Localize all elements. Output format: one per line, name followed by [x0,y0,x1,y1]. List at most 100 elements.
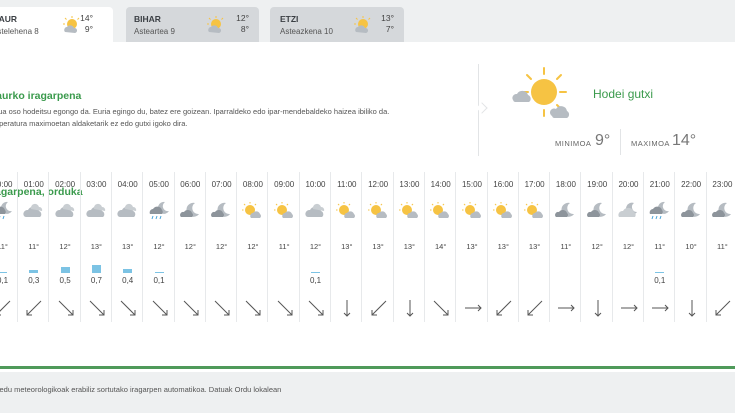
hour-column: 11:00 13° [331,172,363,322]
hour-column: 01:00 11° 0,3 [18,172,50,322]
wind-arrow-icon [463,298,483,318]
wind-arrow-icon [181,298,201,318]
hour-temp: 12° [153,242,165,251]
hour-column: 17:00 13° [519,172,551,322]
wind-arrow-icon [118,298,138,318]
hour-column: 19:00 12° [582,172,613,322]
tab-date: Astelehena 8 [0,27,39,36]
hour-time: 15:00 [461,180,483,189]
wind-arrow-icon [150,298,170,318]
hour-time: 21:00 [649,180,670,189]
wind-arrow-icon [337,298,357,318]
hour-temp: 12° [247,242,259,251]
moon-cloud-rain-icon [648,200,670,222]
hour-column: 02:00 12° 0,5 [50,172,81,322]
hour-temp: 13° [90,242,103,251]
wind-arrow-icon [713,298,733,318]
forecast-description: Zerua oso hodeitsu egongo da. Euria egin… [0,106,427,130]
hour-column: 04:00 13° 0,4 [112,172,144,322]
hour-column: 21:00 11° 0,1 [644,172,676,322]
hour-precip: 0,5 [59,276,71,285]
hour-temp: 12° [184,242,196,251]
hour-temp: 12° [215,242,228,251]
hour-time: 02:00 [55,180,76,189]
sun-cloud-icon [335,200,357,222]
hour-time: 16:00 [493,180,514,189]
moon-cloud-icon [179,200,201,222]
hour-column: 06:00 12° [175,172,206,322]
hour-temp: 12° [591,242,603,251]
hour-temp: 13° [372,242,384,251]
wind-arrow-icon [588,298,608,318]
hour-column: 23:00 11° [707,172,735,322]
hour-time: 04:00 [117,180,138,189]
wind-arrow-icon [24,298,44,318]
wind-arrow-icon [87,298,107,318]
cloud-icon [116,200,138,222]
hour-column: 18:00 11° [550,172,582,322]
hour-precip: 0,4 [122,276,134,285]
sun-cloud-icon [429,200,451,222]
sun-cloud-icon [461,200,483,222]
wind-arrow-icon [0,298,13,318]
wind-arrow-icon [431,298,451,318]
cloud-icon [304,200,326,222]
hour-time: 12:00 [368,180,389,189]
hour-time: 23:00 [712,180,733,189]
min-label: MINIMOA [555,139,592,148]
wind-arrow-icon [619,298,639,318]
moon-cloud-icon [680,200,702,222]
sun-cloud-icon [510,64,580,124]
hour-precip: 0,1 [0,276,9,285]
hour-precip: 0,3 [28,276,40,285]
precip-bar [60,267,70,273]
tab-bihar[interactable]: BIHAR Asteartea 9 12° 8° [126,7,259,42]
wind-arrow-icon [400,298,420,318]
wind-arrow-icon [369,298,389,318]
max-label: MAXIMOA [631,139,670,148]
moon-cloud-icon [554,200,576,222]
wind-arrow-icon [243,298,263,318]
precip-bar [311,272,320,273]
hour-column: 09:00 11° [269,172,300,322]
hour-column: 14:00 14° [425,172,457,322]
tab-day-name: ETZI [280,14,299,24]
moon-cloud-icon [586,200,608,222]
hour-temp: 13° [528,242,541,251]
tab-max-temp: 13° [381,13,394,23]
hour-column: 07:00 12° [206,172,238,322]
hour-precip: 0,7 [90,276,102,285]
sun-cloud-icon [398,200,420,222]
hour-column: 08:00 12° [237,172,269,322]
hour-temp: 11° [278,242,290,251]
hour-time: 08:00 [242,180,263,189]
hour-column: 13:00 13° [394,172,425,322]
precip-bar [154,272,164,273]
moon-cloud-icon [711,200,733,222]
condition-label: Hodei gutxi [593,87,654,101]
tab-etzi[interactable]: ETZI Asteazkena 10 13° 7° [270,7,404,42]
hour-temp: 12° [309,242,322,251]
hour-temp: 12° [59,242,71,251]
cloud-moon-icon [617,200,639,222]
tab-day-name: GAUR [0,14,18,24]
tab-min-temp: 8° [240,24,249,34]
precip-bar [29,270,39,273]
moon-cloud-rain-icon [148,200,170,222]
hour-temp: 10° [685,242,697,251]
tab-gaur[interactable]: GAUR Astelehena 8 14° 9° [0,7,113,42]
hour-time: 18:00 [555,180,576,189]
footnote: Eredu meteorologikoak erabiliz sortutako… [0,385,282,394]
wind-arrow-icon [275,298,295,318]
hour-temp: 13° [497,242,509,251]
hour-temp: 14° [435,242,447,251]
hour-time: 20:00 [618,180,639,189]
sun-cloud-icon [492,200,514,222]
hour-time: 00:00 [0,180,13,189]
precip-bar [655,272,665,273]
precip-bar [123,269,133,273]
wind-arrow-icon [556,298,576,318]
hour-temp: 13° [403,242,416,251]
wind-arrow-icon [306,298,326,318]
hour-column: 15:00 13° [457,172,488,322]
